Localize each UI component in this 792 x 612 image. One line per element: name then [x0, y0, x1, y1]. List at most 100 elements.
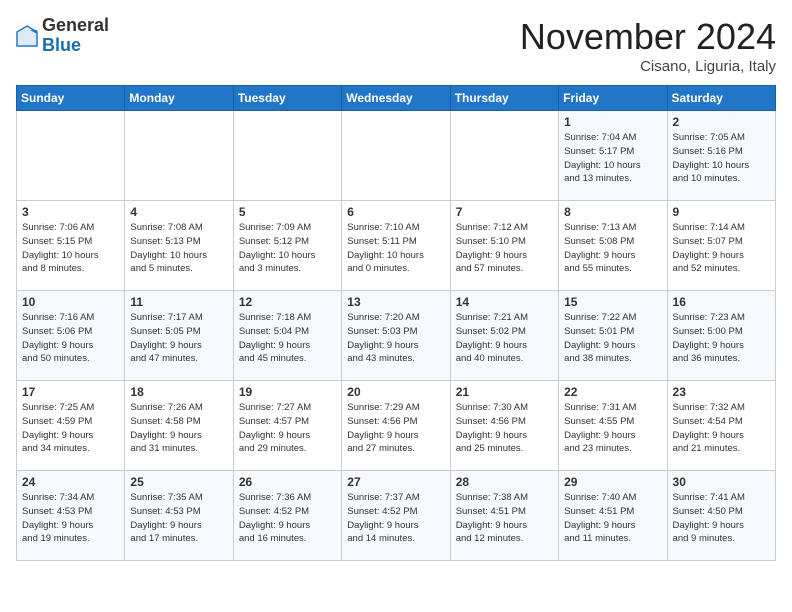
day-number: 8	[564, 205, 661, 219]
day-info: Sunrise: 7:18 AM Sunset: 5:04 PM Dayligh…	[239, 311, 336, 366]
logo: General Blue	[16, 16, 109, 56]
day-info: Sunrise: 7:22 AM Sunset: 5:01 PM Dayligh…	[564, 311, 661, 366]
calendar-cell: 22 Sunrise: 7:31 AM Sunset: 4:55 PM Dayli…	[559, 381, 667, 471]
day-info: Sunrise: 7:17 AM Sunset: 5:05 PM Dayligh…	[130, 311, 227, 366]
page-header: General Blue November 2024 Cisano, Ligur…	[16, 16, 776, 75]
logo-text: General Blue	[42, 16, 109, 56]
calendar-cell: 1 Sunrise: 7:04 AM Sunset: 5:17 PM Daylig…	[559, 111, 667, 201]
day-info: Sunrise: 7:14 AM Sunset: 5:07 PM Dayligh…	[673, 221, 770, 276]
weekday-header-thursday: Thursday	[450, 86, 558, 111]
day-number: 23	[673, 385, 770, 399]
calendar-cell: 19 Sunrise: 7:27 AM Sunset: 4:57 PM Dayli…	[233, 381, 341, 471]
logo-general: General	[42, 15, 109, 35]
calendar-cell: 29 Sunrise: 7:40 AM Sunset: 4:51 PM Dayli…	[559, 471, 667, 561]
day-info: Sunrise: 7:37 AM Sunset: 4:52 PM Dayligh…	[347, 491, 444, 546]
calendar-cell: 24 Sunrise: 7:34 AM Sunset: 4:53 PM Dayli…	[17, 471, 125, 561]
day-number: 12	[239, 295, 336, 309]
day-info: Sunrise: 7:31 AM Sunset: 4:55 PM Dayligh…	[564, 401, 661, 456]
calendar-cell	[233, 111, 341, 201]
day-number: 25	[130, 475, 227, 489]
calendar-cell: 11 Sunrise: 7:17 AM Sunset: 5:05 PM Dayli…	[125, 291, 233, 381]
day-number: 21	[456, 385, 553, 399]
day-number: 10	[22, 295, 119, 309]
calendar-cell: 10 Sunrise: 7:16 AM Sunset: 5:06 PM Dayli…	[17, 291, 125, 381]
day-info: Sunrise: 7:13 AM Sunset: 5:08 PM Dayligh…	[564, 221, 661, 276]
day-info: Sunrise: 7:26 AM Sunset: 4:58 PM Dayligh…	[130, 401, 227, 456]
day-number: 13	[347, 295, 444, 309]
calendar-cell	[342, 111, 450, 201]
calendar-week-4: 17 Sunrise: 7:25 AM Sunset: 4:59 PM Dayli…	[17, 381, 776, 471]
day-number: 17	[22, 385, 119, 399]
calendar-cell: 20Sunrise: 7:29 AM Sunset: 4:56 PM Dayli…	[342, 381, 450, 471]
day-info: Sunrise: 7:10 AM Sunset: 5:11 PM Dayligh…	[347, 221, 444, 276]
calendar-week-2: 3Sunrise: 7:06 AM Sunset: 5:15 PM Daylig…	[17, 201, 776, 291]
calendar-cell: 16 Sunrise: 7:23 AM Sunset: 5:00 PM Dayli…	[667, 291, 775, 381]
day-number: 16	[673, 295, 770, 309]
month-title: November 2024	[520, 16, 776, 58]
day-number: 24	[22, 475, 119, 489]
calendar-cell: 6 Sunrise: 7:10 AM Sunset: 5:11 PM Daylig…	[342, 201, 450, 291]
calendar-cell: 13Sunrise: 7:20 AM Sunset: 5:03 PM Dayli…	[342, 291, 450, 381]
calendar-cell: 18 Sunrise: 7:26 AM Sunset: 4:58 PM Dayli…	[125, 381, 233, 471]
day-info: Sunrise: 7:36 AM Sunset: 4:52 PM Dayligh…	[239, 491, 336, 546]
general-blue-icon	[16, 25, 38, 47]
calendar-cell: 9Sunrise: 7:14 AM Sunset: 5:07 PM Daylig…	[667, 201, 775, 291]
day-number: 18	[130, 385, 227, 399]
weekday-header-sunday: Sunday	[17, 86, 125, 111]
day-number: 19	[239, 385, 336, 399]
day-info: Sunrise: 7:40 AM Sunset: 4:51 PM Dayligh…	[564, 491, 661, 546]
day-info: Sunrise: 7:29 AM Sunset: 4:56 PM Dayligh…	[347, 401, 444, 456]
day-number: 1	[564, 115, 661, 129]
calendar-cell: 21 Sunrise: 7:30 AM Sunset: 4:56 PM Dayli…	[450, 381, 558, 471]
day-number: 29	[564, 475, 661, 489]
day-number: 7	[456, 205, 553, 219]
day-info: Sunrise: 7:08 AM Sunset: 5:13 PM Dayligh…	[130, 221, 227, 276]
day-number: 30	[673, 475, 770, 489]
calendar-cell: 3Sunrise: 7:06 AM Sunset: 5:15 PM Daylig…	[17, 201, 125, 291]
day-info: Sunrise: 7:30 AM Sunset: 4:56 PM Dayligh…	[456, 401, 553, 456]
day-info: Sunrise: 7:27 AM Sunset: 4:57 PM Dayligh…	[239, 401, 336, 456]
weekday-header-tuesday: Tuesday	[233, 86, 341, 111]
day-number: 14	[456, 295, 553, 309]
day-info: Sunrise: 7:25 AM Sunset: 4:59 PM Dayligh…	[22, 401, 119, 456]
calendar-table: SundayMondayTuesdayWednesdayThursdayFrid…	[16, 85, 776, 561]
day-info: Sunrise: 7:32 AM Sunset: 4:54 PM Dayligh…	[673, 401, 770, 456]
title-block: November 2024 Cisano, Liguria, Italy	[520, 16, 776, 75]
calendar-week-3: 10 Sunrise: 7:16 AM Sunset: 5:06 PM Dayli…	[17, 291, 776, 381]
calendar-cell: 12 Sunrise: 7:18 AM Sunset: 5:04 PM Dayli…	[233, 291, 341, 381]
day-number: 3	[22, 205, 119, 219]
calendar-cell: 25 Sunrise: 7:35 AM Sunset: 4:53 PM Dayli…	[125, 471, 233, 561]
calendar-cell: 30Sunrise: 7:41 AM Sunset: 4:50 PM Dayli…	[667, 471, 775, 561]
day-info: Sunrise: 7:12 AM Sunset: 5:10 PM Dayligh…	[456, 221, 553, 276]
day-number: 22	[564, 385, 661, 399]
day-number: 2	[673, 115, 770, 129]
day-info: Sunrise: 7:09 AM Sunset: 5:12 PM Dayligh…	[239, 221, 336, 276]
weekday-header-saturday: Saturday	[667, 86, 775, 111]
calendar-cell	[450, 111, 558, 201]
calendar-cell: 2 Sunrise: 7:05 AM Sunset: 5:16 PM Daylig…	[667, 111, 775, 201]
day-info: Sunrise: 7:23 AM Sunset: 5:00 PM Dayligh…	[673, 311, 770, 366]
calendar-cell: 28Sunrise: 7:38 AM Sunset: 4:51 PM Dayli…	[450, 471, 558, 561]
weekday-header-monday: Monday	[125, 86, 233, 111]
calendar-cell: 15 Sunrise: 7:22 AM Sunset: 5:01 PM Dayli…	[559, 291, 667, 381]
day-info: Sunrise: 7:35 AM Sunset: 4:53 PM Dayligh…	[130, 491, 227, 546]
weekday-header-friday: Friday	[559, 86, 667, 111]
day-number: 27	[347, 475, 444, 489]
logo-blue: Blue	[42, 35, 81, 55]
day-info: Sunrise: 7:34 AM Sunset: 4:53 PM Dayligh…	[22, 491, 119, 546]
day-info: Sunrise: 7:16 AM Sunset: 5:06 PM Dayligh…	[22, 311, 119, 366]
day-number: 15	[564, 295, 661, 309]
calendar-cell	[17, 111, 125, 201]
day-number: 26	[239, 475, 336, 489]
calendar-cell: 8 Sunrise: 7:13 AM Sunset: 5:08 PM Daylig…	[559, 201, 667, 291]
day-number: 11	[130, 295, 227, 309]
calendar-cell: 5Sunrise: 7:09 AM Sunset: 5:12 PM Daylig…	[233, 201, 341, 291]
day-info: Sunrise: 7:05 AM Sunset: 5:16 PM Dayligh…	[673, 131, 770, 186]
calendar-cell: 23 Sunrise: 7:32 AM Sunset: 4:54 PM Dayli…	[667, 381, 775, 471]
calendar-header: SundayMondayTuesdayWednesdayThursdayFrid…	[17, 86, 776, 111]
day-number: 6	[347, 205, 444, 219]
calendar-cell	[125, 111, 233, 201]
day-info: Sunrise: 7:21 AM Sunset: 5:02 PM Dayligh…	[456, 311, 553, 366]
calendar-cell: 17 Sunrise: 7:25 AM Sunset: 4:59 PM Dayli…	[17, 381, 125, 471]
day-info: Sunrise: 7:04 AM Sunset: 5:17 PM Dayligh…	[564, 131, 661, 186]
